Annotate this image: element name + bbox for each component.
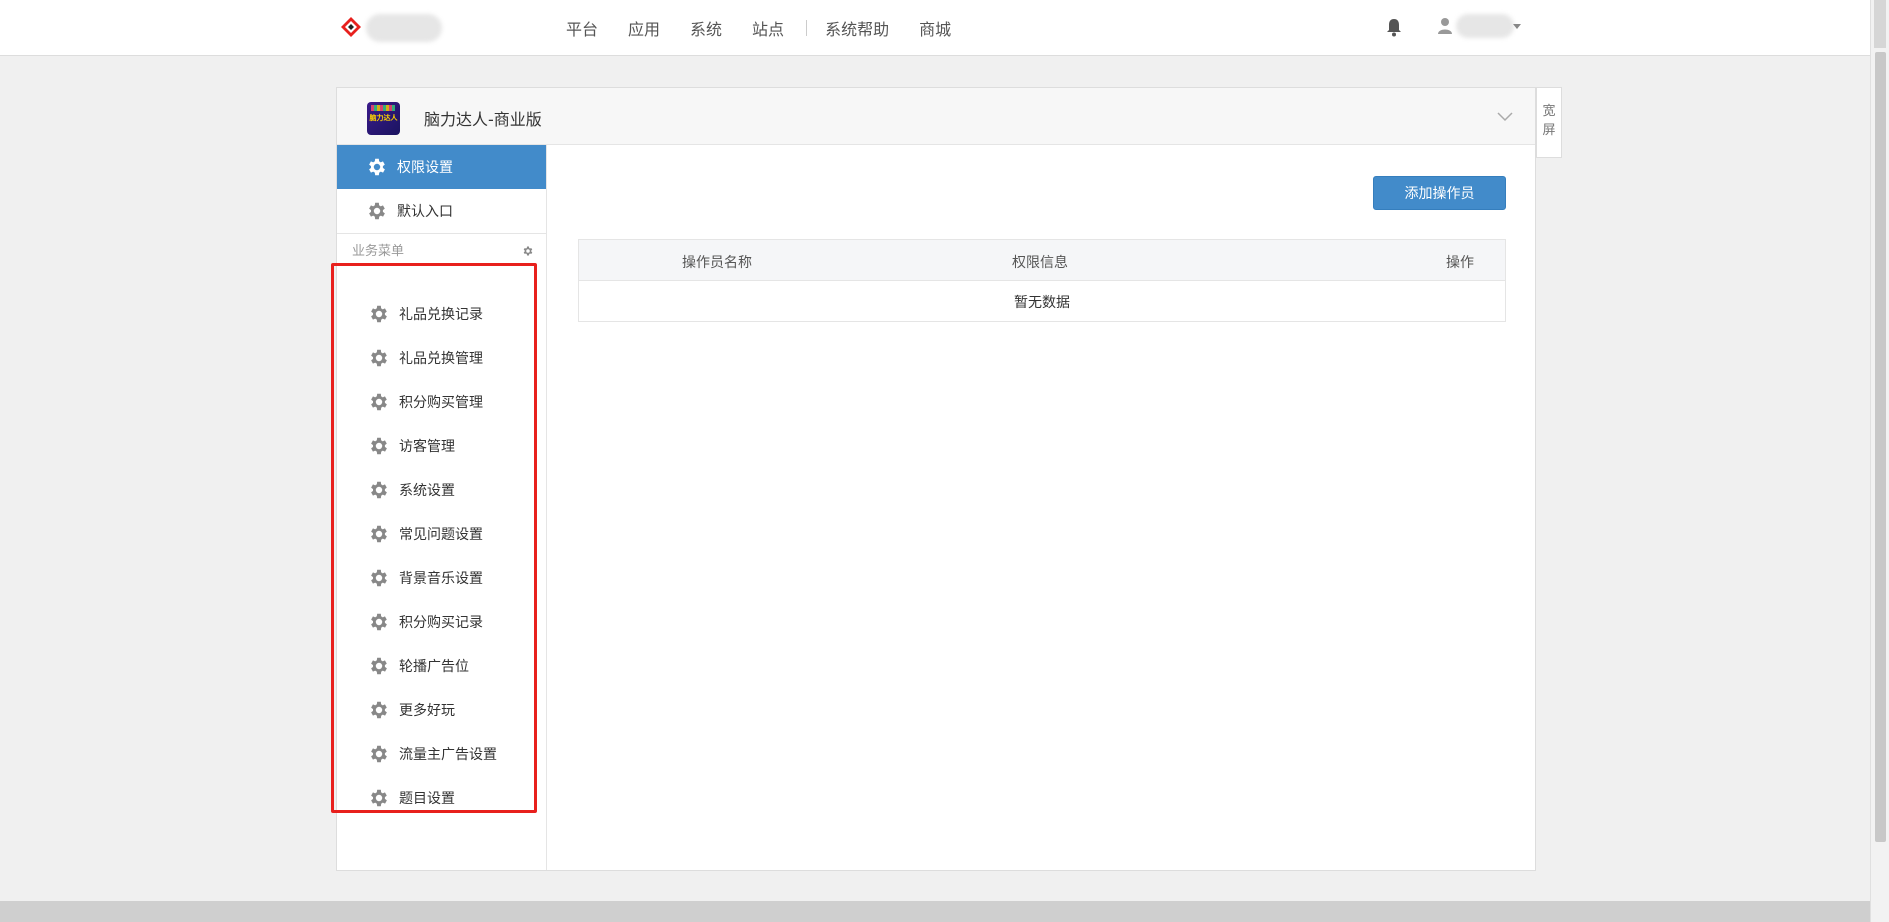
table-header: 操作员名称 权限信息 操作 <box>579 240 1505 281</box>
sidebar-item-label: 背景音乐设置 <box>399 571 483 587</box>
chevron-down-icon[interactable] <box>1513 24 1521 29</box>
column-header-actions: 操作 <box>1446 255 1474 271</box>
table-empty-row: 暂无数据 <box>579 281 1505 321</box>
app-title: 脑力达人-商业版 <box>424 110 542 129</box>
nav-item-apps[interactable]: 应用 <box>628 16 660 40</box>
gear-icon <box>371 657 387 675</box>
sidebar-item-label: 常见问题设置 <box>399 527 483 543</box>
main-nav: 平台 应用 系统 站点 系统帮助 商城 <box>566 0 981 56</box>
sidebar-section-business: 业务菜单 <box>337 234 546 266</box>
gear-icon <box>371 393 387 411</box>
sidebar-item-label: 权限设置 <box>397 160 453 176</box>
chevron-down-icon[interactable] <box>1497 108 1513 124</box>
sidebar-item-label: 礼品兑换记录 <box>399 307 483 323</box>
app-logo: 脑力达人 <box>367 102 400 135</box>
column-header-permission-info: 权限信息 <box>1012 255 1068 271</box>
wide-screen-toggle[interactable]: 宽 屏 <box>1536 87 1562 158</box>
app-header: 脑力达人 脑力达人-商业版 <box>337 88 1535 145</box>
sidebar-item-gift-redeem-manage[interactable]: 礼品兑换管理 <box>337 336 547 380</box>
sidebar-item-label: 默认入口 <box>397 204 453 220</box>
sidebar-item-gift-redeem-records[interactable]: 礼品兑换记录 <box>337 292 547 336</box>
user-icon[interactable] <box>1437 17 1453 35</box>
site-name-blurred <box>366 14 442 42</box>
add-operator-button[interactable]: 添加操作员 <box>1373 176 1506 210</box>
page-scrollbar[interactable] <box>1870 0 1889 922</box>
column-header-operator-name: 操作员名称 <box>682 255 752 271</box>
gear-icon <box>371 349 387 367</box>
sidebar-item-label: 积分购买记录 <box>399 615 483 631</box>
user-name-blurred[interactable] <box>1456 14 1514 38</box>
sidebar: 权限设置 默认入口 业务菜单 礼品兑换记录 礼品兑换管理 积分购买管理 访客管理… <box>337 145 547 870</box>
sidebar-item-visitor-manage[interactable]: 访客管理 <box>337 424 547 468</box>
sidebar-item-traffic-ad-settings[interactable]: 流量主广告设置 <box>337 732 547 776</box>
sidebar-item-points-purchase-manage[interactable]: 积分购买管理 <box>337 380 547 424</box>
page-footer <box>0 901 1870 922</box>
gear-icon <box>371 525 387 543</box>
nav-item-store[interactable]: 商城 <box>919 16 951 40</box>
gear-icon <box>369 202 385 220</box>
sidebar-item-points-purchase-records[interactable]: 积分购买记录 <box>337 600 547 644</box>
gear-icon <box>371 613 387 631</box>
section-label: 业务菜单 <box>352 244 405 259</box>
sidebar-item-label: 礼品兑换管理 <box>399 351 483 367</box>
empty-state-text: 暂无数据 <box>1014 295 1070 311</box>
gear-icon <box>371 481 387 499</box>
sidebar-item-label: 更多好玩 <box>399 703 455 719</box>
sidebar-item-label: 系统设置 <box>399 483 455 499</box>
sidebar-item-label: 轮播广告位 <box>399 659 469 675</box>
scrollbar-top-segment[interactable] <box>1874 0 1886 48</box>
nav-divider <box>806 20 808 36</box>
top-navbar: 平台 应用 系统 站点 系统帮助 商城 <box>0 0 1870 56</box>
sidebar-item-label: 题目设置 <box>399 791 455 807</box>
sidebar-item-bgm-settings[interactable]: 背景音乐设置 <box>337 556 547 600</box>
business-menu: 礼品兑换记录 礼品兑换管理 积分购买管理 访客管理 系统设置 常见问题设置 背景… <box>337 292 547 820</box>
gear-icon <box>371 305 387 323</box>
sidebar-item-carousel-ads[interactable]: 轮播广告位 <box>337 644 547 688</box>
gear-icon <box>371 437 387 455</box>
gear-icon <box>371 745 387 763</box>
nav-item-system[interactable]: 系统 <box>690 16 722 40</box>
sidebar-item-more-fun[interactable]: 更多好玩 <box>337 688 547 732</box>
sidebar-item-question-settings[interactable]: 题目设置 <box>337 776 547 820</box>
logo-icon[interactable] <box>340 16 362 38</box>
sidebar-item-label: 访客管理 <box>399 439 455 455</box>
sidebar-item-label: 积分购买管理 <box>399 395 483 411</box>
sidebar-item-default-entry[interactable]: 默认入口 <box>337 189 546 233</box>
nav-item-help[interactable]: 系统帮助 <box>825 16 889 40</box>
app-panel: 脑力达人 脑力达人-商业版 权限设置 默认入口 业务菜单 礼品兑换记录 礼品兑换… <box>336 87 1536 871</box>
gear-icon[interactable] <box>522 245 534 257</box>
scrollbar-thumb[interactable] <box>1875 52 1886 842</box>
sidebar-item-permissions[interactable]: 权限设置 <box>337 145 546 189</box>
gear-icon <box>371 701 387 719</box>
sidebar-item-system-settings[interactable]: 系统设置 <box>337 468 547 512</box>
gear-icon <box>369 158 385 176</box>
bell-icon[interactable] <box>1385 17 1403 37</box>
gear-icon <box>371 789 387 807</box>
nav-item-platform[interactable]: 平台 <box>566 16 598 40</box>
nav-item-sites[interactable]: 站点 <box>752 16 784 40</box>
gear-icon <box>371 569 387 587</box>
sidebar-item-faq-settings[interactable]: 常见问题设置 <box>337 512 547 556</box>
sidebar-item-label: 流量主广告设置 <box>399 747 497 763</box>
operator-table: 操作员名称 权限信息 操作 暂无数据 <box>578 239 1506 322</box>
